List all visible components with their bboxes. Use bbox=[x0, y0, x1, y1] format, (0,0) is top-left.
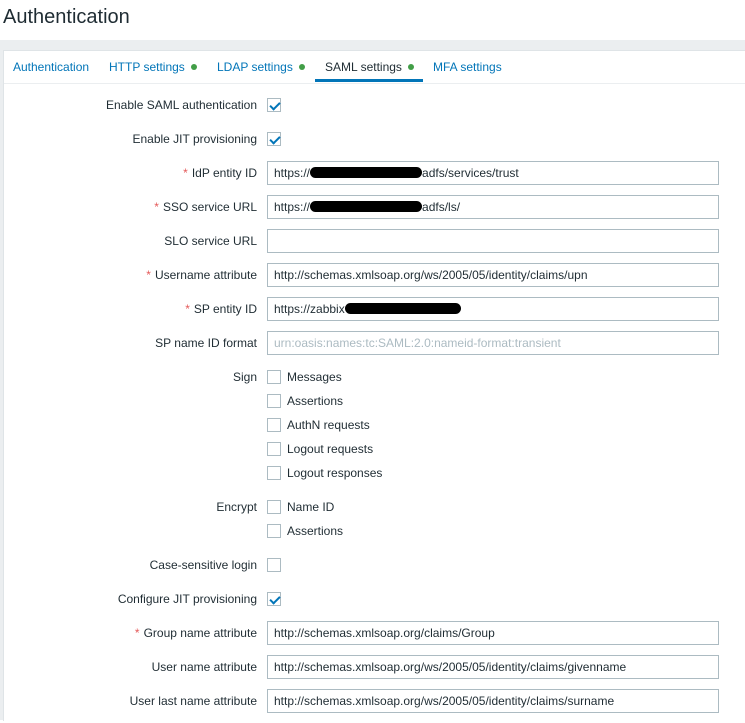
sign-label: Sign bbox=[232, 370, 257, 384]
tab-bar: Authentication HTTP settings LDAP settin… bbox=[4, 51, 745, 84]
option-label: Messages bbox=[287, 370, 342, 384]
sso-url-label: * SSO service URL bbox=[4, 195, 267, 219]
required-marker: * bbox=[146, 268, 151, 282]
tab-http-settings[interactable]: HTTP settings bbox=[109, 60, 197, 74]
username-attr-label: * Username attribute bbox=[4, 263, 267, 287]
configure-jit-checkbox[interactable] bbox=[267, 592, 281, 606]
label-text: Group name attribute bbox=[143, 626, 257, 640]
enable-jit-checkbox[interactable] bbox=[267, 132, 281, 146]
sign-assertions-checkbox[interactable] bbox=[267, 394, 281, 408]
redaction bbox=[310, 201, 423, 212]
case-sensitive-label: Case-sensitive login bbox=[149, 558, 257, 572]
user-last-name-attr-label: User last name attribute bbox=[129, 694, 257, 708]
enable-saml-checkbox[interactable] bbox=[267, 98, 281, 112]
label-text: SSO service URL bbox=[162, 200, 257, 214]
sign-authn-requests-checkbox[interactable] bbox=[267, 418, 281, 432]
status-dot-icon bbox=[190, 64, 197, 70]
tab-saml-settings[interactable]: SAML settings bbox=[325, 60, 414, 74]
slo-url-label: SLO service URL bbox=[164, 234, 257, 248]
value-prefix: https:// bbox=[274, 200, 311, 214]
option-label: Assertions bbox=[287, 524, 344, 538]
option-label: AuthN requests bbox=[287, 418, 370, 432]
enable-jit-label: Enable JIT provisioning bbox=[132, 132, 257, 146]
page-title: Authentication bbox=[3, 6, 130, 28]
idp-entity-id-label: * IdP entity ID bbox=[4, 161, 267, 185]
value-prefix: https://zabbix bbox=[274, 302, 345, 316]
option-label: Assertions bbox=[287, 394, 344, 408]
required-marker: * bbox=[183, 166, 188, 180]
sp-name-id-format-label: SP name ID format bbox=[155, 336, 257, 350]
required-marker: * bbox=[154, 200, 159, 214]
sp-entity-id-label: * SP entity ID bbox=[4, 297, 267, 321]
value-suffix: adfs/services/trust bbox=[422, 166, 519, 180]
required-marker: * bbox=[134, 626, 140, 640]
encrypt-assertions-checkbox[interactable] bbox=[267, 524, 281, 538]
user-name-attr-label: User name attribute bbox=[151, 660, 257, 674]
group-name-attr-input[interactable]: http://schemas.xmlsoap.org/claims/Group bbox=[267, 621, 719, 645]
active-tab-indicator bbox=[315, 79, 423, 82]
encrypt-label: Encrypt bbox=[216, 500, 257, 514]
tab-mfa-settings[interactable]: MFA settings bbox=[433, 60, 502, 74]
group-name-attr-label: * Group name attribute bbox=[4, 621, 267, 645]
case-sensitive-checkbox[interactable] bbox=[267, 558, 281, 572]
enable-saml-label: Enable SAML authentication bbox=[106, 98, 257, 112]
label-text: IdP entity ID bbox=[191, 166, 257, 180]
user-last-name-attr-input[interactable]: http://schemas.xmlsoap.org/ws/2005/05/id… bbox=[267, 689, 719, 713]
tab-label: LDAP settings bbox=[217, 60, 293, 74]
value-prefix: https:// bbox=[274, 166, 311, 180]
option-label: Logout requests bbox=[287, 442, 374, 456]
encrypt-name-id-checkbox[interactable] bbox=[267, 500, 281, 514]
tab-label: HTTP settings bbox=[109, 60, 185, 74]
username-attr-input[interactable]: http://schemas.xmlsoap.org/ws/2005/05/id… bbox=[267, 263, 719, 287]
status-dot-icon bbox=[407, 64, 414, 70]
redaction bbox=[344, 303, 461, 314]
encrypt-options: Name ID Assertions bbox=[267, 495, 343, 543]
user-name-attr-input[interactable]: http://schemas.xmlsoap.org/ws/2005/05/id… bbox=[267, 655, 719, 679]
redaction bbox=[310, 167, 423, 178]
value-suffix: adfs/ls/ bbox=[422, 200, 461, 214]
sp-name-id-format-input[interactable]: urn:oasis:names:tc:SAML:2.0:nameid-forma… bbox=[267, 331, 719, 355]
tab-label: Authentication bbox=[13, 60, 90, 74]
settings-panel: Authentication HTTP settings LDAP settin… bbox=[3, 50, 745, 721]
status-dot-icon bbox=[298, 64, 305, 70]
tab-authentication[interactable]: Authentication bbox=[13, 60, 89, 74]
saml-form: Enable SAML authentication Enable JIT pr… bbox=[4, 93, 745, 723]
sign-options: Messages Assertions AuthN requests Logou… bbox=[267, 365, 382, 485]
tab-ldap-settings[interactable]: LDAP settings bbox=[217, 60, 305, 74]
slo-url-input[interactable] bbox=[267, 229, 719, 253]
sp-entity-id-input[interactable]: https://zabbix bbox=[267, 297, 719, 321]
tab-label: MFA settings bbox=[433, 60, 502, 74]
sso-url-input[interactable]: https:// adfs/ls/ bbox=[267, 195, 719, 219]
option-label: Logout responses bbox=[287, 466, 383, 480]
sign-logout-responses-checkbox[interactable] bbox=[267, 466, 281, 480]
idp-entity-id-input[interactable]: https:// adfs/services/trust bbox=[267, 161, 719, 185]
configure-jit-label: Configure JIT provisioning bbox=[117, 592, 257, 606]
sign-messages-checkbox[interactable] bbox=[267, 370, 281, 384]
sign-logout-requests-checkbox[interactable] bbox=[267, 442, 281, 456]
tab-label: SAML settings bbox=[325, 60, 402, 74]
required-marker: * bbox=[185, 302, 190, 316]
label-text: Username attribute bbox=[154, 268, 257, 282]
label-text: SP entity ID bbox=[193, 302, 257, 316]
option-label: Name ID bbox=[287, 500, 335, 514]
